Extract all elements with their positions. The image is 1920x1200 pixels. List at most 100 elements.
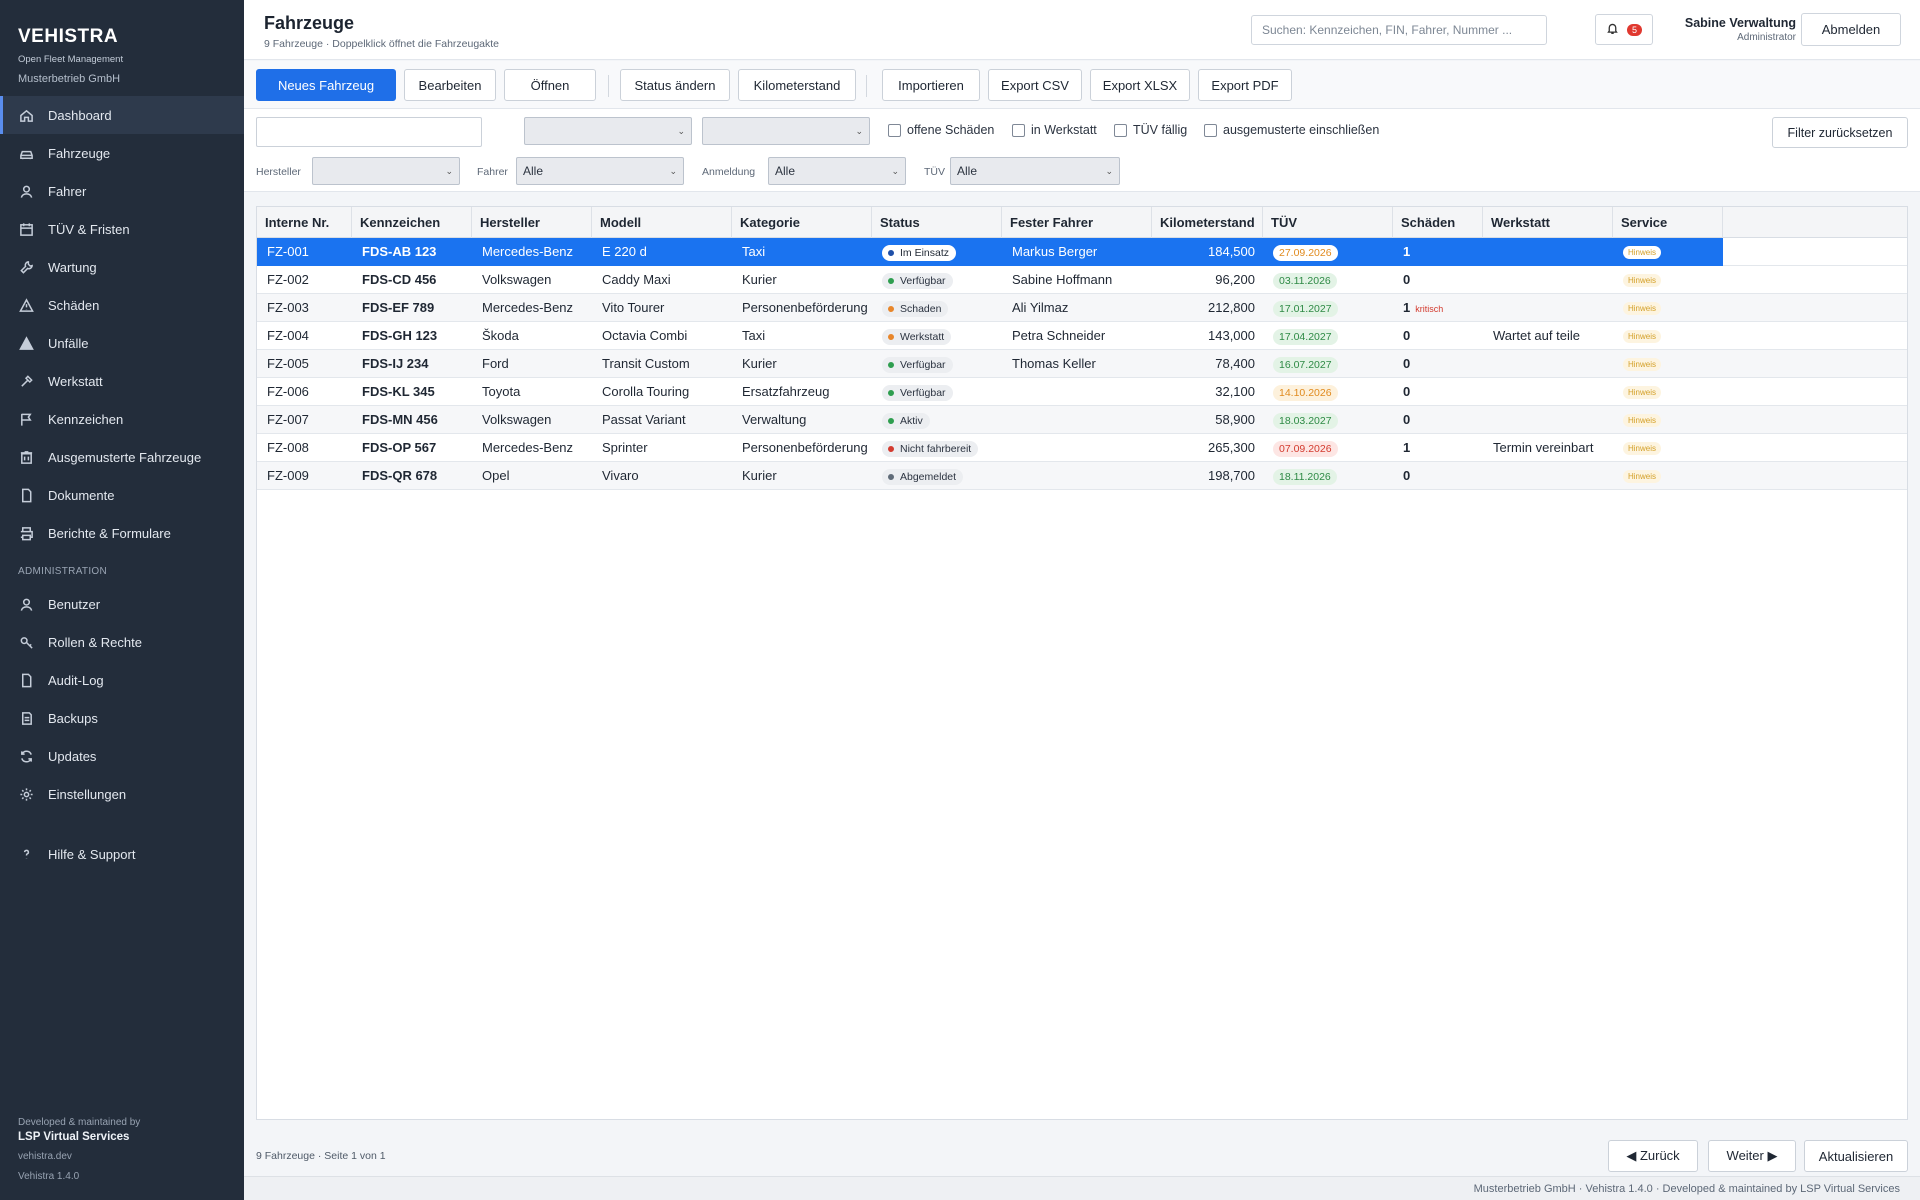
filter-search-input[interactable] xyxy=(256,117,482,147)
checkbox-in-workshop[interactable]: in Werkstatt xyxy=(1012,123,1097,137)
table-row[interactable]: FZ-002 FDS-CD 456 Volkswagen Caddy Maxi Kuri… xyxy=(257,266,1907,294)
column-header[interactable]: Status xyxy=(872,207,1002,238)
cell-category: Personenbeförderung xyxy=(742,300,868,315)
developed-by: Developed & maintained by xyxy=(18,1117,141,1128)
cell-service: Hinweis xyxy=(1613,322,1723,350)
logout-button[interactable]: Abmelden xyxy=(1801,13,1901,46)
checkbox-box[interactable] xyxy=(888,123,901,137)
column-header[interactable]: Kategorie xyxy=(732,207,872,238)
mileage-button[interactable]: Kilometerstand xyxy=(738,69,856,101)
table-row[interactable]: FZ-007 FDS-MN 456 Volkswagen Passat Variant… xyxy=(257,406,1907,434)
sidebar-item-backups[interactable]: Backups xyxy=(0,699,244,737)
sidebar-item-unfälle[interactable]: Unfälle xyxy=(0,324,244,362)
tuev-date-badge: 27.09.2026 xyxy=(1273,244,1338,261)
sidebar-item-wartung[interactable]: Wartung xyxy=(0,248,244,286)
sidebar-item-dashboard[interactable]: Dashboard xyxy=(0,96,244,134)
sidebar-item-fahrer[interactable]: Fahrer xyxy=(0,172,244,210)
sidebar-item-updates[interactable]: Updates xyxy=(0,737,244,775)
export-csv-button[interactable]: Export CSV xyxy=(988,69,1082,101)
cell-status: Abgemeldet xyxy=(872,462,1002,490)
sidebar-item-hilfe-support[interactable]: Hilfe & Support xyxy=(0,835,244,873)
import-button[interactable]: Importieren xyxy=(882,69,980,101)
sidebar-item-tüv-fristen[interactable]: TÜV & Fristen xyxy=(0,210,244,248)
tuev-label: TÜV xyxy=(924,166,945,178)
column-header[interactable]: Interne Nr. xyxy=(257,207,352,238)
sidebar-item-fahrzeuge[interactable]: Fahrzeuge xyxy=(0,134,244,172)
table-row[interactable]: FZ-008 FDS-OP 567 Mercedes-Benz Sprinter Per… xyxy=(257,434,1907,462)
table-row[interactable]: FZ-005 FDS-IJ 234 Ford Transit Custom Kurier… xyxy=(257,350,1907,378)
chevron-down-icon: ⌄ xyxy=(891,165,899,176)
cell-category: Verwaltung xyxy=(742,412,807,427)
status-badge: Nicht fahrbereit xyxy=(882,440,979,457)
tuev-select[interactable]: Alle ⌄ xyxy=(950,157,1120,185)
export-xlsx-button[interactable]: Export XLSX xyxy=(1090,69,1190,101)
sidebar-item-dokumente[interactable]: Dokumente xyxy=(0,476,244,514)
cell-category: Taxi xyxy=(742,328,766,343)
sidebar-item-schäden[interactable]: Schäden xyxy=(0,286,244,324)
chevron-down-icon: ⌄ xyxy=(1105,165,1113,176)
checkbox-box[interactable] xyxy=(1012,123,1025,137)
status-text: Im Einsatz xyxy=(900,246,950,259)
registration-select[interactable]: Alle ⌄ xyxy=(768,157,906,185)
column-header[interactable]: Schäden xyxy=(1393,207,1483,238)
filter-select-2[interactable]: ⌄ xyxy=(702,117,870,145)
export-pdf-button[interactable]: Export PDF xyxy=(1198,69,1292,101)
cell-nr: FZ-004 xyxy=(267,328,309,343)
user-icon xyxy=(18,183,34,199)
table-row[interactable]: FZ-004 FDS-GH 123 Škoda Octavia Combi Taxi We… xyxy=(257,322,1907,350)
column-header[interactable]: Kennzeichen xyxy=(352,207,472,238)
column-header[interactable]: Werkstatt xyxy=(1483,207,1613,238)
status-dot xyxy=(888,305,894,312)
tool-icon xyxy=(18,373,34,389)
column-header[interactable]: Hersteller xyxy=(472,207,592,238)
table-row[interactable]: FZ-001 FDS-AB 123 Mercedes-Benz E 220 d Taxi… xyxy=(257,238,1907,266)
cell-damages: 0 xyxy=(1393,406,1483,434)
manufacturer-select[interactable]: ⌄ xyxy=(312,157,460,185)
checkbox-open-damages[interactable]: offene Schäden xyxy=(888,123,994,137)
change-status-button[interactable]: Status ändern xyxy=(620,69,730,101)
checkbox-tuev-due[interactable]: TÜV fällig xyxy=(1114,123,1187,137)
column-header[interactable]: Kilometerstand xyxy=(1152,207,1263,238)
open-button[interactable]: Öffnen xyxy=(504,69,596,101)
sidebar-item-benutzer[interactable]: Benutzer xyxy=(0,585,244,623)
reset-filters-button[interactable]: Filter zurücksetzen xyxy=(1772,117,1908,148)
sidebar-item-ausgemusterte-fahrzeuge[interactable]: Ausgemusterte Fahrzeuge xyxy=(0,438,244,476)
cell-plate: FDS-QR 678 xyxy=(362,468,438,483)
checkbox-include-retired[interactable]: ausgemusterte einschließen xyxy=(1204,123,1379,137)
table-row[interactable]: FZ-003 FDS-EF 789 Mercedes-Benz Vito Tourer… xyxy=(257,294,1907,322)
checkbox-label: TÜV fällig xyxy=(1133,123,1188,137)
brand-name: VEHISTRA xyxy=(18,26,119,47)
cell-service: Hinweis xyxy=(1613,266,1723,294)
column-header[interactable]: Service xyxy=(1613,207,1723,238)
cell-status: Verfügbar xyxy=(872,350,1002,378)
edit-button[interactable]: Bearbeiten xyxy=(404,69,496,101)
column-header[interactable]: TÜV xyxy=(1263,207,1393,238)
driver-select[interactable]: Alle ⌄ xyxy=(516,157,684,185)
table-row[interactable]: FZ-009 FDS-QR 678 Opel Vivaro Kurier Abgemeld… xyxy=(257,462,1907,490)
back-button[interactable]: ◀ Zurück xyxy=(1608,1140,1698,1172)
notifications-button[interactable]: 5 xyxy=(1595,14,1653,45)
search-input[interactable] xyxy=(1251,15,1547,45)
column-header[interactable]: Modell xyxy=(592,207,732,238)
tuev-date-badge: 14.10.2026 xyxy=(1273,384,1338,401)
sidebar-item-audit-log[interactable]: Audit-Log xyxy=(0,661,244,699)
user-info: Sabine Verwaltung Administrator xyxy=(1672,16,1796,43)
column-header[interactable]: Fester Fahrer xyxy=(1002,207,1152,238)
new-vehicle-button[interactable]: Neues Fahrzeug xyxy=(256,69,396,101)
table-row[interactable]: FZ-006 FDS-KL 345 Toyota Corolla Touring Ers… xyxy=(257,378,1907,406)
sidebar-item-kennzeichen[interactable]: Kennzeichen xyxy=(0,400,244,438)
filter-select-1[interactable]: ⌄ xyxy=(524,117,692,145)
sidebar-item-werkstatt[interactable]: Werkstatt xyxy=(0,362,244,400)
checkbox-box[interactable] xyxy=(1204,123,1217,137)
cell-km: 265,300 xyxy=(1208,440,1255,455)
sidebar-item-rollen-rechte[interactable]: Rollen & Rechte xyxy=(0,623,244,661)
tuev-date-badge: 17.04.2027 xyxy=(1273,328,1338,345)
sidebar-item-berichte-formulare[interactable]: Berichte & Formulare xyxy=(0,514,244,552)
next-button[interactable]: Weiter ▶ xyxy=(1708,1140,1796,1172)
refresh-button[interactable]: Aktualisieren xyxy=(1804,1140,1908,1172)
cell-driver: Sabine Hoffmann xyxy=(1012,272,1113,287)
car-icon xyxy=(18,145,34,161)
cell-driver: Ali Yilmaz xyxy=(1012,300,1069,315)
sidebar-item-einstellungen[interactable]: Einstellungen xyxy=(0,775,244,813)
checkbox-box[interactable] xyxy=(1114,123,1127,137)
